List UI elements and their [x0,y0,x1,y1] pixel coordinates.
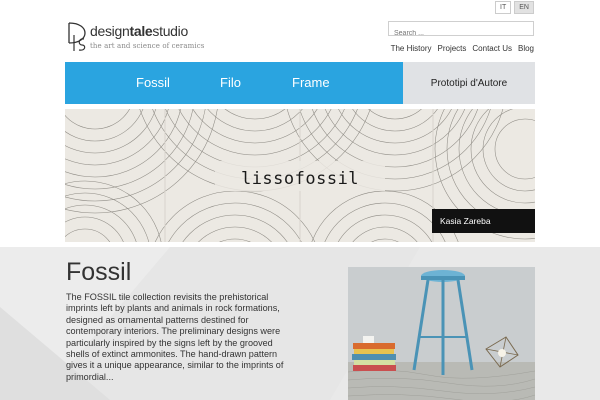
top-links: The History Projects Contact Us Blog [391,44,534,53]
page-title: Fossil [66,258,132,286]
nav-item-prototipi[interactable]: Prototipi d'Autore [403,62,535,104]
search-box [388,21,534,40]
language-switch: IT EN [495,1,534,14]
nav-item-filo[interactable]: Filo [220,75,241,90]
product-photo [348,267,535,400]
logo-mark-icon [68,22,86,51]
nav-item-prototipi-label: Prototipi d'Autore [430,77,508,89]
link-the-history[interactable]: The History [391,44,432,53]
main-nav: Fossil Filo Frame [65,62,403,104]
link-blog[interactable]: Blog [518,44,534,53]
hero-banner[interactable]: lissofossil Kasia Zareba [65,109,535,242]
content-description: The FOSSIL tile collection revisits the … [66,292,284,382]
lang-it-button[interactable]: IT [495,1,512,14]
banner-title: lissofossil [240,169,360,189]
logo-wordmark: designtalestudio [90,23,188,39]
link-contact-us[interactable]: Contact Us [472,44,512,53]
banner-credit: Kasia Zareba [432,209,535,233]
logo-tagline: the art and science of ceramics [90,42,205,50]
nav-item-frame[interactable]: Frame [292,75,330,90]
search-input[interactable] [389,27,533,40]
site-logo[interactable]: designtalestudio the art and science of … [66,21,226,57]
nav-item-fossil[interactable]: Fossil [136,75,170,90]
lang-en-button[interactable]: EN [514,1,534,14]
product-image[interactable] [348,267,535,400]
link-projects[interactable]: Projects [438,44,467,53]
